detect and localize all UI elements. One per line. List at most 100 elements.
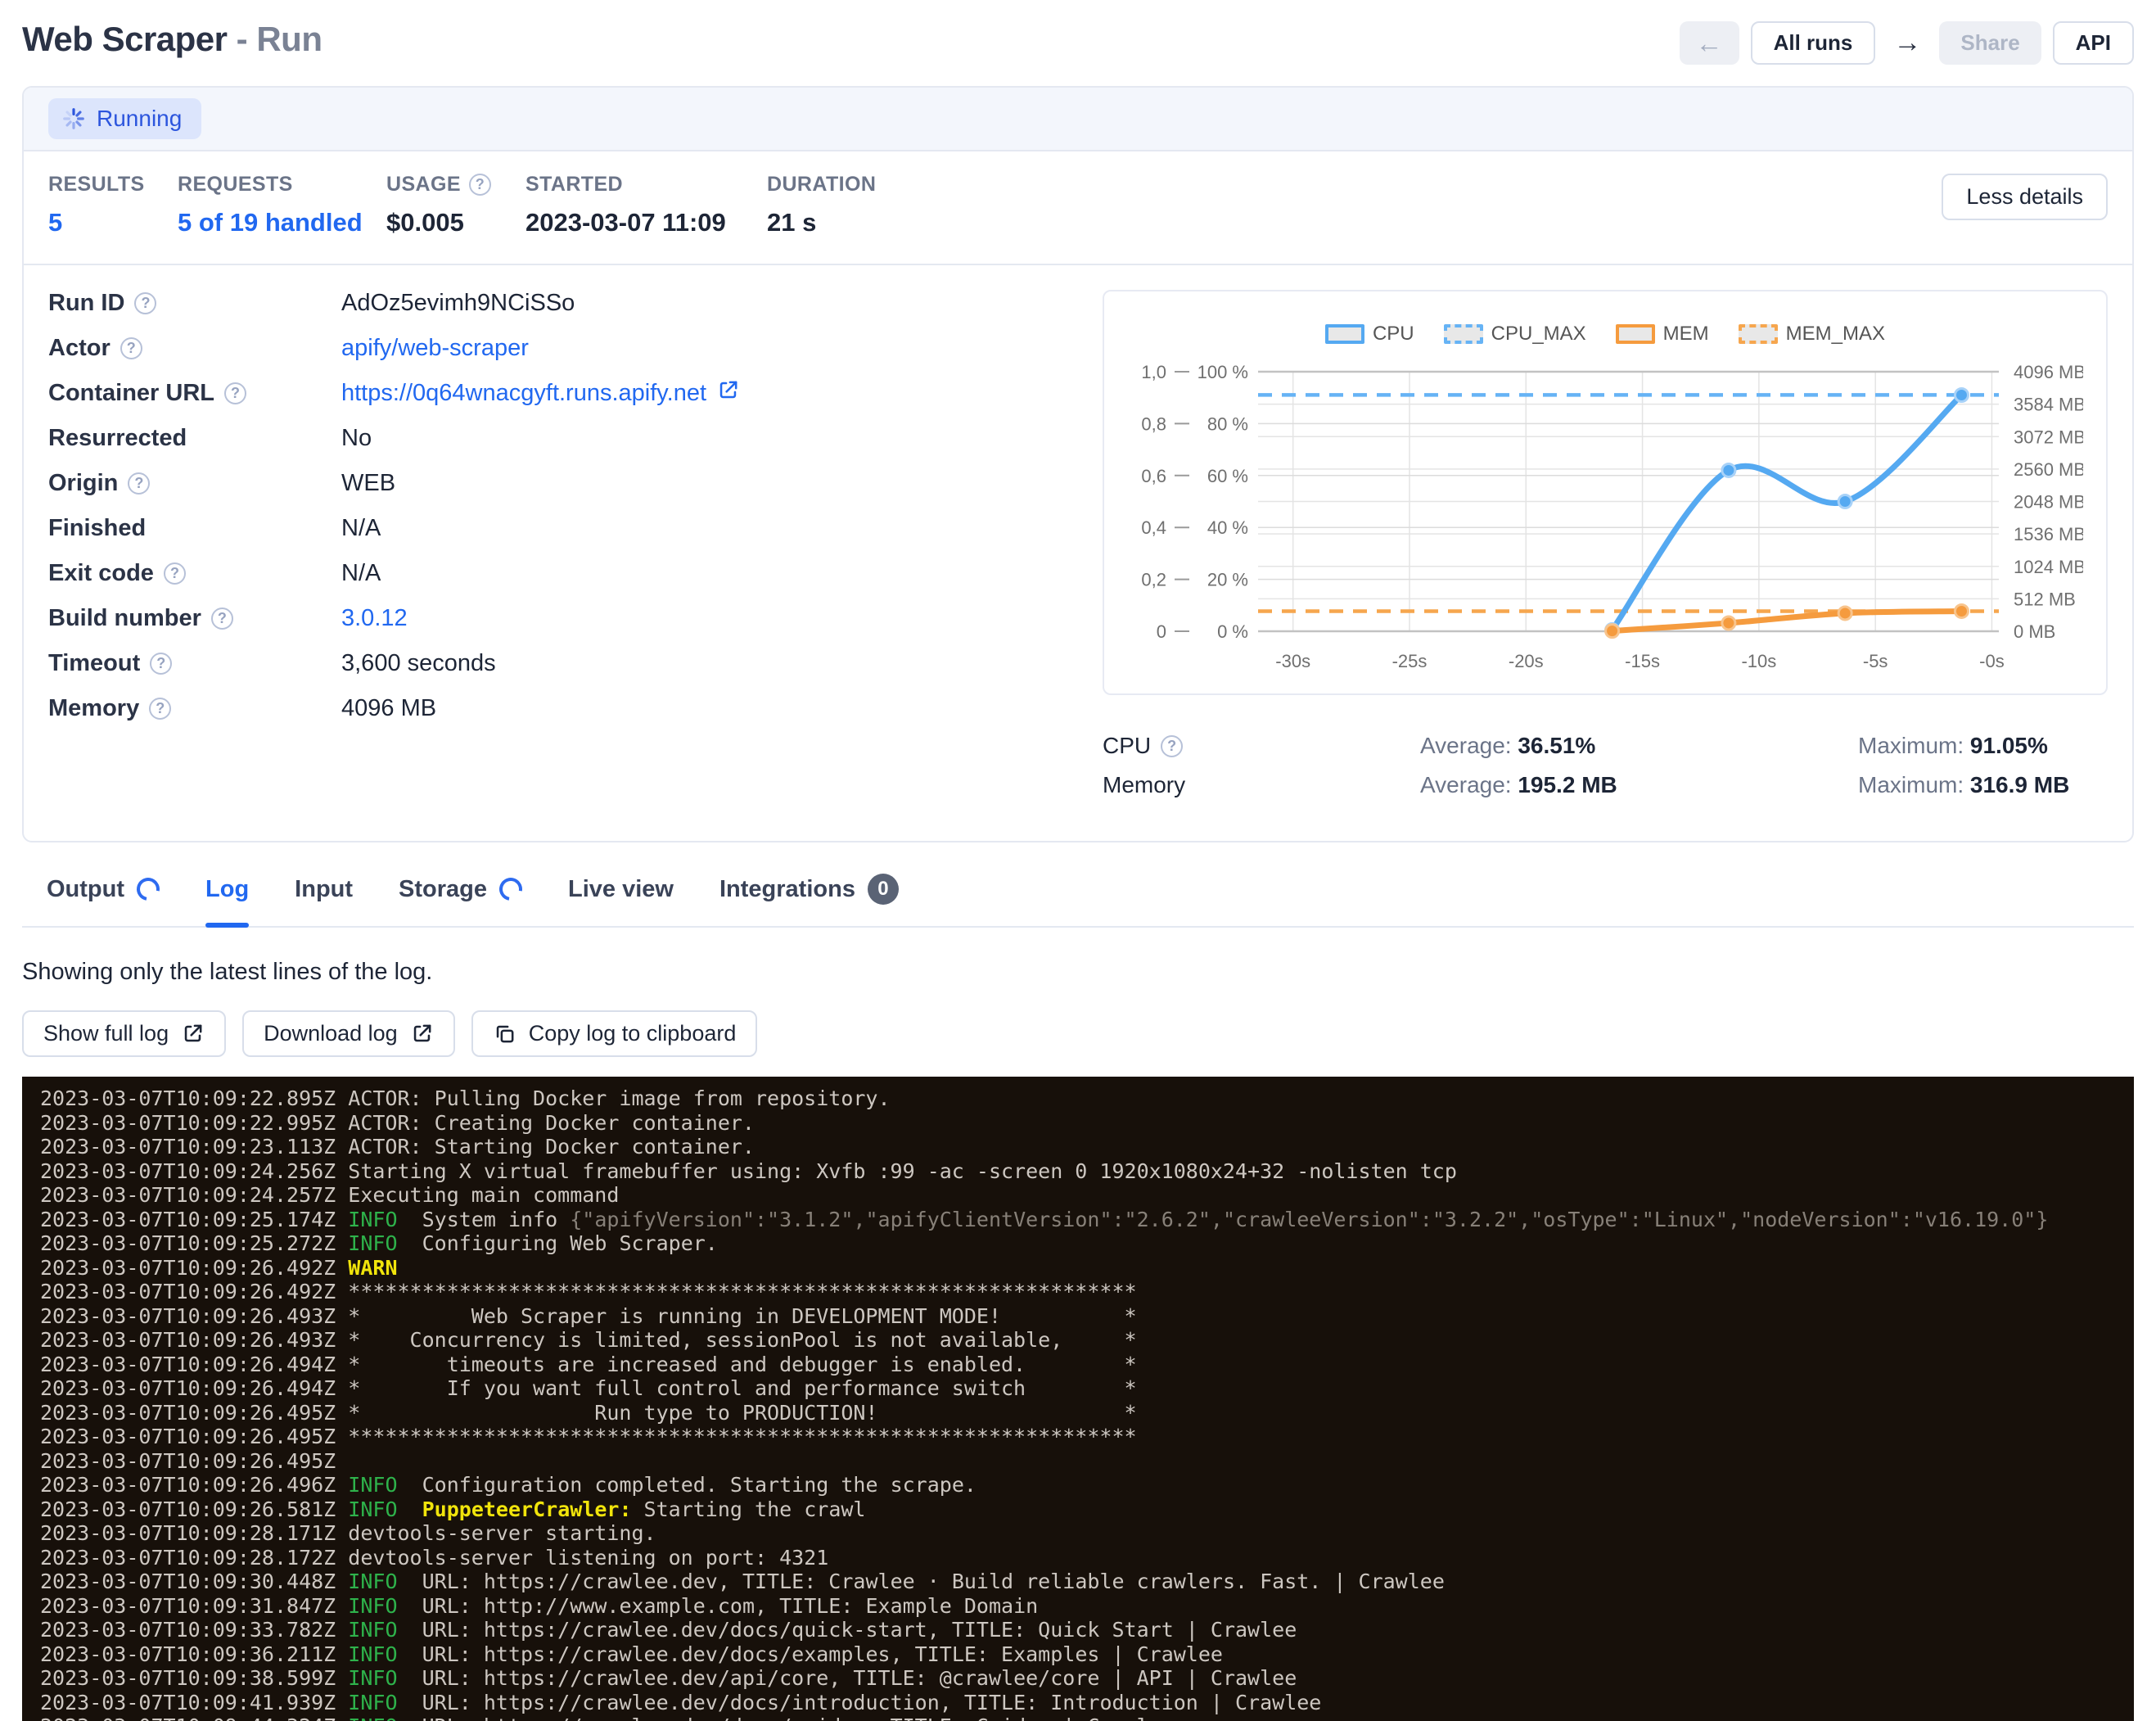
copy-log-button[interactable]: Copy log to clipboard	[471, 1010, 758, 1057]
tab-label: Output	[47, 876, 124, 903]
detail-value: N/A	[341, 515, 381, 542]
detail-value-text: WEB	[341, 470, 395, 497]
detail-value-link[interactable]: 3.0.12	[341, 605, 408, 632]
tab-storage[interactable]: Storage	[399, 874, 522, 926]
help-icon	[211, 608, 233, 630]
log-line: 2023-03-07T10:09:25.174Z INFO System inf…	[40, 1208, 2134, 1232]
show-full-log-button[interactable]: Show full log	[22, 1010, 226, 1057]
log-info: INFO	[348, 1497, 397, 1521]
external-link-wrap[interactable]	[716, 378, 740, 409]
help-icon	[134, 292, 156, 314]
svg-text:80 %: 80 %	[1207, 413, 1248, 434]
detail-value-text: AdOz5evimh9NCiSSo	[341, 290, 575, 317]
spinner-icon	[61, 106, 86, 131]
external-link-icon	[181, 1022, 205, 1046]
detail-label-text: Actor	[48, 335, 111, 362]
usage-maximum-key: Maximum:	[1858, 772, 1970, 797]
stat-value[interactable]: 5 of 19 handled	[178, 208, 386, 237]
detail-label-text: Run ID	[48, 290, 124, 317]
all-runs-button[interactable]: All runs	[1751, 21, 1876, 65]
log-line: 2023-03-07T10:09:25.272Z INFO Configurin…	[40, 1231, 2134, 1256]
stat-value: 2023-03-07 11:09	[525, 208, 767, 237]
log-info: INFO	[348, 1714, 397, 1721]
tab-label: Live view	[568, 876, 674, 903]
loading-spinner-icon	[495, 874, 527, 906]
stat-value: 21 s	[767, 208, 876, 237]
log-info: INFO	[348, 1208, 397, 1231]
log-text: 2023-03-07T10:09:22.995Z ACTOR: Creating…	[40, 1111, 755, 1135]
log-actions: Show full log Download log Copy log to c…	[22, 1010, 2156, 1057]
log-text: URL: https://crawlee.dev/docs/introducti…	[398, 1691, 1322, 1714]
svg-text:2048 MB: 2048 MB	[2014, 492, 2083, 513]
detail-row: Memory4096 MB	[48, 693, 1103, 723]
show-full-log-label: Show full log	[43, 1021, 169, 1046]
log-line: 2023-03-07T10:09:26.492Z WARN	[40, 1256, 2134, 1281]
log-line: 2023-03-07T10:09:23.113Z ACTOR: Starting…	[40, 1135, 2134, 1159]
usage-name: CPU	[1103, 733, 1420, 759]
status-band: Running	[24, 88, 2132, 151]
stat-label: REQUESTS	[178, 173, 386, 196]
log-terminal[interactable]: 2023-03-07T10:09:22.895Z ACTOR: Pulling …	[22, 1077, 2134, 1721]
svg-text:-20s: -20s	[1509, 651, 1544, 671]
log-line: 2023-03-07T10:09:22.895Z ACTOR: Pulling …	[40, 1086, 2134, 1111]
usage-name-text: Memory	[1103, 772, 1185, 798]
tab-output[interactable]: Output	[47, 874, 160, 926]
stat-value[interactable]: 5	[48, 208, 178, 237]
log-lines: 2023-03-07T10:09:22.895Z ACTOR: Pulling …	[40, 1086, 2134, 1721]
arrow-left-icon: ←	[1696, 28, 1723, 59]
log-line: 2023-03-07T10:09:36.211Z INFO URL: https…	[40, 1642, 2134, 1667]
download-log-button[interactable]: Download log	[242, 1010, 455, 1057]
svg-text:0,2: 0,2	[1141, 570, 1166, 590]
usage-row-memory: MemoryAverage: 195.2 MBMaximum: 316.9 MB	[1103, 772, 2108, 798]
log-text	[398, 1497, 422, 1521]
log-info: INFO	[348, 1570, 397, 1593]
chart-legend: CPUCPU_MAXMEMMEM_MAX	[1127, 323, 2083, 346]
previous-run-button[interactable]: ←	[1680, 21, 1739, 65]
detail-value: N/A	[341, 560, 381, 587]
legend-swatch	[1444, 324, 1483, 344]
page-title-actor: Web Scraper	[22, 20, 228, 58]
less-details-button[interactable]: Less details	[1942, 174, 2108, 220]
log-text: 2023-03-07T10:09:26.492Z	[40, 1256, 348, 1280]
log-text: 2023-03-07T10:09:26.581Z	[40, 1497, 348, 1521]
tab-live-view[interactable]: Live view	[568, 874, 674, 926]
log-text: 2023-03-07T10:09:25.174Z	[40, 1208, 348, 1231]
log-text: 2023-03-07T10:09:26.495Z ***************…	[40, 1425, 1137, 1448]
tab-integrations[interactable]: Integrations0	[719, 874, 899, 926]
help-icon	[128, 472, 150, 495]
log-line: 2023-03-07T10:09:26.495Z * Run type to P…	[40, 1401, 2134, 1425]
detail-value-link[interactable]: apify/web-scraper	[341, 335, 529, 362]
next-run-button[interactable]: →	[1887, 21, 1928, 65]
log-info: INFO	[348, 1473, 397, 1497]
log-line: 2023-03-07T10:09:26.494Z * timeouts are …	[40, 1353, 2134, 1377]
detail-label: Build number	[48, 605, 341, 632]
log-text: URL: https://crawlee.dev/docs/quick-star…	[398, 1618, 1297, 1642]
legend-label: CPU_MAX	[1491, 323, 1586, 346]
detail-value: WEB	[341, 470, 395, 497]
detail-label: Actor	[48, 335, 341, 362]
topbar-actions: ← All runs → Share API	[1680, 21, 2134, 65]
help-icon	[469, 174, 491, 196]
share-button[interactable]: Share	[1939, 21, 2041, 65]
help-icon	[149, 698, 171, 720]
usage-maximum: Maximum: 91.05%	[1858, 733, 2048, 759]
log-text: URL: https://crawlee.dev/docs/guides, TI…	[398, 1714, 1174, 1721]
usage-maximum-value: 91.05%	[1970, 733, 2048, 758]
log-line: 2023-03-07T10:09:31.847Z INFO URL: http:…	[40, 1594, 2134, 1619]
detail-value: 3,600 seconds	[341, 650, 496, 677]
legend-item-mem: MEM	[1616, 323, 1709, 346]
log-line: 2023-03-07T10:09:44.324Z INFO URL: https…	[40, 1714, 2134, 1721]
tab-log[interactable]: Log	[205, 874, 249, 926]
stat-label-text: REQUESTS	[178, 173, 293, 196]
stat-label: STARTED	[525, 173, 767, 196]
log-text: URL: https://crawlee.dev, TITLE: Crawlee…	[398, 1570, 1445, 1593]
log-text: 2023-03-07T10:09:22.895Z ACTOR: Pulling …	[40, 1086, 891, 1110]
log-info: INFO	[348, 1642, 397, 1666]
log-text: 2023-03-07T10:09:38.599Z	[40, 1666, 348, 1690]
api-button[interactable]: API	[2053, 21, 2134, 65]
detail-value-link[interactable]: https://0q64wnacgyft.runs.apify.net	[341, 380, 706, 407]
detail-label: Exit code	[48, 560, 341, 587]
tab-input[interactable]: Input	[295, 874, 353, 926]
stat-results: RESULTS5	[48, 173, 178, 237]
log-text: URL: https://crawlee.dev/docs/examples, …	[398, 1642, 1223, 1666]
